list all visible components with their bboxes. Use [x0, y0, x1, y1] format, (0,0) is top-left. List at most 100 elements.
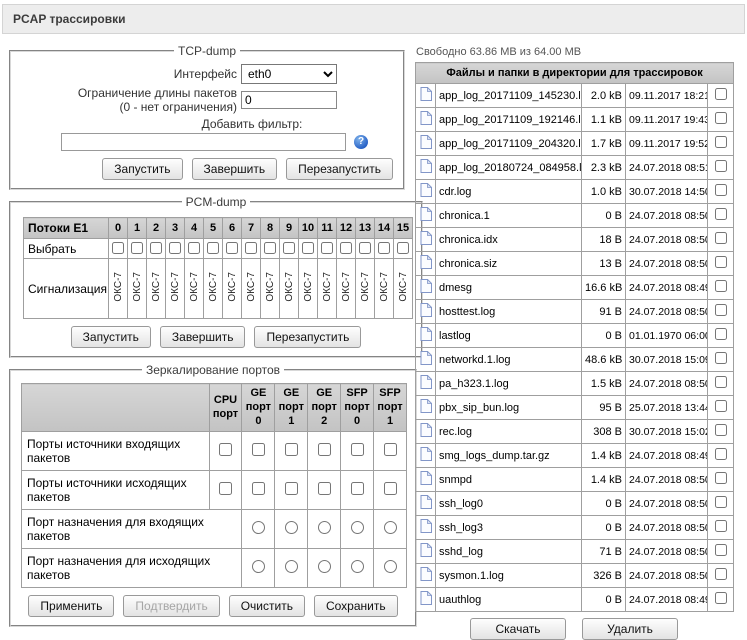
- file-name[interactable]: app_log_20171109_192146.log: [436, 108, 582, 132]
- mirror-checkbox[interactable]: [351, 443, 364, 456]
- e1-stream-checkbox[interactable]: [283, 242, 295, 254]
- mirror-checkbox[interactable]: [318, 443, 331, 456]
- file-select-checkbox[interactable]: [715, 400, 727, 412]
- file-name[interactable]: networkd.1.log: [436, 348, 582, 372]
- mirror-radio[interactable]: [351, 521, 364, 534]
- file-name[interactable]: cdr.log: [436, 180, 582, 204]
- mirror-radio[interactable]: [285, 521, 298, 534]
- file-select-checkbox[interactable]: [715, 208, 727, 220]
- file-name[interactable]: app_log_20171109_145230.log: [436, 84, 582, 108]
- file-select-checkbox[interactable]: [715, 496, 727, 508]
- delete-button[interactable]: Удалить: [582, 618, 678, 640]
- file-name[interactable]: dmesg: [436, 276, 582, 300]
- file-select-checkbox[interactable]: [715, 424, 727, 436]
- tcpdump-start-button[interactable]: Запустить: [102, 158, 182, 180]
- mirror-confirm-button[interactable]: Подтвердить: [123, 595, 219, 617]
- signaling-select[interactable]: ОКС-7: [189, 272, 200, 302]
- mirror-checkbox[interactable]: [252, 482, 265, 495]
- file-select-checkbox[interactable]: [715, 352, 727, 364]
- file-select-checkbox[interactable]: [715, 256, 727, 268]
- e1-stream-checkbox[interactable]: [169, 242, 181, 254]
- e1-stream-checkbox[interactable]: [378, 242, 390, 254]
- e1-stream-checkbox[interactable]: [150, 242, 162, 254]
- file-name[interactable]: ssh_log0: [436, 492, 582, 516]
- file-select-checkbox[interactable]: [715, 160, 727, 172]
- e1-stream-checkbox[interactable]: [397, 242, 409, 254]
- mirror-radio[interactable]: [318, 521, 331, 534]
- signaling-select[interactable]: ОКС-7: [170, 272, 181, 302]
- file-select-checkbox[interactable]: [715, 520, 727, 532]
- signaling-select[interactable]: ОКС-7: [227, 272, 238, 302]
- signaling-select[interactable]: ОКС-7: [379, 272, 390, 302]
- file-name[interactable]: chronica.idx: [436, 228, 582, 252]
- mirror-clear-button[interactable]: Очистить: [229, 595, 305, 617]
- mirror-checkbox[interactable]: [219, 482, 232, 495]
- file-name[interactable]: chronica.1: [436, 204, 582, 228]
- e1-stream-checkbox[interactable]: [188, 242, 200, 254]
- e1-stream-checkbox[interactable]: [264, 242, 276, 254]
- tcpdump-stop-button[interactable]: Завершить: [192, 158, 278, 180]
- signaling-select[interactable]: ОКС-7: [398, 272, 409, 302]
- file-select-checkbox[interactable]: [715, 184, 727, 196]
- signaling-select[interactable]: ОКС-7: [132, 272, 143, 302]
- mirror-radio[interactable]: [351, 560, 364, 573]
- mirror-radio[interactable]: [318, 560, 331, 573]
- file-name[interactable]: uauthlog: [436, 588, 582, 612]
- help-icon[interactable]: ?: [354, 135, 368, 149]
- pcmdump-stop-button[interactable]: Завершить: [160, 326, 246, 348]
- e1-stream-checkbox[interactable]: [245, 242, 257, 254]
- file-name[interactable]: app_log_20171109_204320.log: [436, 132, 582, 156]
- mirror-checkbox[interactable]: [285, 482, 298, 495]
- pcmdump-start-button[interactable]: Запустить: [71, 326, 151, 348]
- file-select-checkbox[interactable]: [715, 280, 727, 292]
- file-name[interactable]: lastlog: [436, 324, 582, 348]
- file-name[interactable]: pbx_sip_bun.log: [436, 396, 582, 420]
- file-name[interactable]: app_log_20180724_084958.log: [436, 156, 582, 180]
- mirror-radio[interactable]: [285, 560, 298, 573]
- file-name[interactable]: snmpd: [436, 468, 582, 492]
- file-select-checkbox[interactable]: [715, 448, 727, 460]
- signaling-select[interactable]: ОКС-7: [360, 272, 371, 302]
- signaling-select[interactable]: ОКС-7: [151, 272, 162, 302]
- signaling-select[interactable]: ОКС-7: [322, 272, 333, 302]
- e1-stream-checkbox[interactable]: [207, 242, 219, 254]
- e1-stream-checkbox[interactable]: [131, 242, 143, 254]
- signaling-select[interactable]: ОКС-7: [113, 272, 124, 302]
- file-name[interactable]: smg_logs_dump.tar.gz: [436, 444, 582, 468]
- mirror-save-button[interactable]: Сохранить: [314, 595, 398, 617]
- e1-stream-checkbox[interactable]: [340, 242, 352, 254]
- mirror-checkbox[interactable]: [252, 443, 265, 456]
- e1-stream-checkbox[interactable]: [112, 242, 124, 254]
- file-select-checkbox[interactable]: [715, 136, 727, 148]
- file-select-checkbox[interactable]: [715, 544, 727, 556]
- mirror-radio[interactable]: [252, 560, 265, 573]
- e1-stream-checkbox[interactable]: [302, 242, 314, 254]
- file-name[interactable]: sysmon.1.log: [436, 564, 582, 588]
- mirror-checkbox[interactable]: [351, 482, 364, 495]
- file-select-checkbox[interactable]: [715, 568, 727, 580]
- mirror-checkbox[interactable]: [384, 482, 397, 495]
- file-select-checkbox[interactable]: [715, 304, 727, 316]
- signaling-select[interactable]: ОКС-7: [208, 272, 219, 302]
- file-select-checkbox[interactable]: [715, 592, 727, 604]
- mirror-radio[interactable]: [384, 521, 397, 534]
- file-select-checkbox[interactable]: [715, 112, 727, 124]
- file-name[interactable]: ssh_log3: [436, 516, 582, 540]
- e1-stream-checkbox[interactable]: [321, 242, 333, 254]
- file-name[interactable]: sshd_log: [436, 540, 582, 564]
- mirror-apply-button[interactable]: Применить: [28, 595, 114, 617]
- signaling-select[interactable]: ОКС-7: [303, 272, 314, 302]
- pcmdump-restart-button[interactable]: Перезапустить: [254, 326, 361, 348]
- mirror-checkbox[interactable]: [318, 482, 331, 495]
- file-select-checkbox[interactable]: [715, 472, 727, 484]
- file-select-checkbox[interactable]: [715, 232, 727, 244]
- file-name[interactable]: hosttest.log: [436, 300, 582, 324]
- mirror-radio[interactable]: [252, 521, 265, 534]
- mirror-checkbox[interactable]: [285, 443, 298, 456]
- signaling-select[interactable]: ОКС-7: [284, 272, 295, 302]
- mirror-checkbox[interactable]: [219, 443, 232, 456]
- signaling-select[interactable]: ОКС-7: [265, 272, 276, 302]
- mirror-checkbox[interactable]: [384, 443, 397, 456]
- e1-stream-checkbox[interactable]: [226, 242, 238, 254]
- download-button[interactable]: Скачать: [470, 618, 566, 640]
